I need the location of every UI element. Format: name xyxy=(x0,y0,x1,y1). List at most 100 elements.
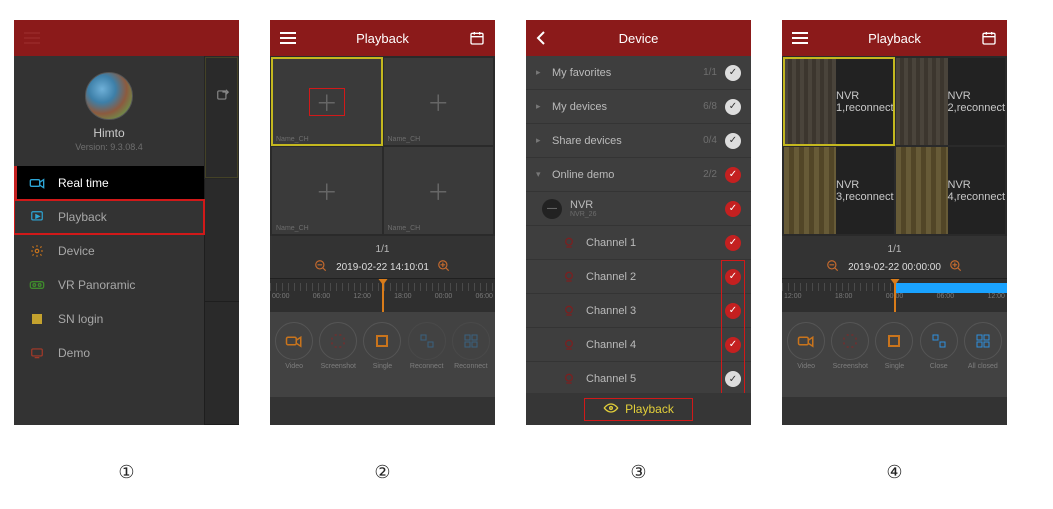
header: Device xyxy=(526,20,751,56)
timeline-marker[interactable] xyxy=(891,279,899,312)
share-icon[interactable] xyxy=(216,88,230,105)
timeline-marker[interactable] xyxy=(379,279,387,312)
playback-bar[interactable]: Playback xyxy=(526,393,751,425)
single-button[interactable]: Single xyxy=(875,322,913,370)
panel-number: ② xyxy=(270,462,495,483)
nav-item-label: Device xyxy=(58,244,95,258)
tile-caption: NVR 2,reconnect xyxy=(948,90,1005,114)
playback-button-label: Playback xyxy=(625,402,674,416)
group-mydevices[interactable]: ▸ My devices 6/8 ✓ xyxy=(526,90,751,124)
toolbar: Video Screenshot Single Close All closed xyxy=(782,312,1007,397)
video-grid: ＋ Name_CH ＋ Name_CH ＋ Name_CH ＋ Name_CH xyxy=(270,56,495,236)
video-tile[interactable]: NVR 2,reconnect xyxy=(896,58,1006,145)
timeline-ruler[interactable]: 12:00 18:00 00:00 06:00 12:00 xyxy=(782,278,1007,312)
panel-number: ③ xyxy=(526,462,751,483)
video-tile[interactable]: ＋ Name_CH xyxy=(384,147,494,234)
calendar-icon[interactable] xyxy=(469,30,485,46)
page-title: Device xyxy=(546,31,731,46)
plus-icon: ＋ xyxy=(427,86,449,118)
nav-item-vr[interactable]: VR Panoramic xyxy=(14,268,204,302)
hamburger-icon[interactable] xyxy=(792,32,808,44)
all-closed-button[interactable]: All closed xyxy=(964,322,1002,370)
screenshot-button[interactable]: Screenshot xyxy=(319,322,357,370)
drawer-panel: Himto Version: 9.3.08.4 Real time xyxy=(14,20,239,425)
video-tile[interactable]: ＋ Name_CH xyxy=(384,58,494,145)
timestamp-row: 2019-02-22 00:00:00 xyxy=(782,259,1007,276)
checkbox[interactable]: ✓ xyxy=(725,235,741,251)
close-button[interactable]: Close xyxy=(920,322,958,370)
calendar-icon[interactable] xyxy=(981,30,997,46)
channel-row[interactable]: Channel 1 ✓ xyxy=(526,226,751,260)
page-title: Playback xyxy=(296,31,469,46)
checkbox[interactable]: ✓ xyxy=(725,201,741,217)
camera-icon xyxy=(560,302,578,320)
nav-item-realtime[interactable]: Real time xyxy=(14,166,204,200)
checkbox[interactable]: ✓ xyxy=(725,133,741,149)
video-button[interactable]: Video xyxy=(275,322,313,370)
nav-item-snlogin[interactable]: SN login xyxy=(14,302,204,336)
nav-item-label: VR Panoramic xyxy=(58,278,135,292)
checkbox[interactable]: ✓ xyxy=(725,303,741,319)
screenshot-button[interactable]: Screenshot xyxy=(831,322,869,370)
checkbox[interactable]: ✓ xyxy=(725,337,741,353)
checkbox[interactable]: ✓ xyxy=(725,167,741,183)
checkbox[interactable]: ✓ xyxy=(725,65,741,81)
video-tile[interactable]: NVR 4,reconnect xyxy=(896,147,1006,234)
nav-drawer: Himto Version: 9.3.08.4 Real time xyxy=(14,56,204,425)
group-sharedevices[interactable]: ▸ Share devices 0/4 ✓ xyxy=(526,124,751,158)
tile-caption: NVR 4,reconnect xyxy=(948,179,1005,203)
chevron-right-icon: ▸ xyxy=(536,67,546,78)
nav-item-playback[interactable]: Playback xyxy=(14,200,204,234)
channel-row[interactable]: Channel 2 ✓ xyxy=(526,260,751,294)
nav-item-demo[interactable]: Demo xyxy=(14,336,204,370)
chevron-down-icon: ▾ xyxy=(536,169,546,180)
group-onlinedemo[interactable]: ▾ Online demo 2/2 ✓ xyxy=(526,158,751,192)
video-tile[interactable]: NVR 1,reconnect xyxy=(784,58,894,145)
video-tile[interactable]: NVR 3,reconnect xyxy=(784,147,894,234)
sn-icon xyxy=(28,313,46,325)
header xyxy=(14,20,239,56)
zoom-out-icon[interactable] xyxy=(826,259,840,276)
vr-icon xyxy=(28,280,46,290)
channel-row[interactable]: Channel 4 ✓ xyxy=(526,328,751,362)
camera-icon xyxy=(560,370,578,388)
zoom-out-icon[interactable] xyxy=(314,259,328,276)
video-tile[interactable]: ＋ Name_CH xyxy=(272,58,382,145)
nav-item-label: Playback xyxy=(58,210,107,224)
hamburger-icon[interactable] xyxy=(280,32,296,44)
device-panel: Device ▸ My favorites 1/1 ✓ ▸ My devices… xyxy=(526,20,751,425)
header: Playback xyxy=(270,20,495,56)
timeline-ruler[interactable]: 00:00 06:00 12:00 18:00 00:00 06:00 xyxy=(270,278,495,312)
checkbox[interactable]: ✓ xyxy=(725,99,741,115)
device-list: ▸ My favorites 1/1 ✓ ▸ My devices 6/8 ✓ … xyxy=(526,56,751,425)
tile-label: Name_CH xyxy=(276,136,309,143)
reconnect-button[interactable]: Reconnect xyxy=(408,322,446,370)
video-button[interactable]: Video xyxy=(787,322,825,370)
nav-item-device[interactable]: Device xyxy=(14,234,204,268)
eye-icon xyxy=(603,402,619,417)
single-button[interactable]: Single xyxy=(363,322,401,370)
video-tile[interactable]: ＋ Name_CH xyxy=(272,147,382,234)
nav-item-label: SN login xyxy=(58,312,103,326)
tile-caption: NVR 3,reconnect xyxy=(836,179,893,203)
checkbox[interactable]: ✓ xyxy=(725,269,741,285)
chevron-right-icon: ▸ xyxy=(536,101,546,112)
page-title: Playback xyxy=(808,31,981,46)
header: Playback xyxy=(782,20,1007,56)
zoom-in-icon[interactable] xyxy=(437,259,451,276)
device-nvr[interactable]: — NVR NVR_26 ✓ xyxy=(526,192,751,226)
reconnect-all-button[interactable]: Reconnect xyxy=(452,322,490,370)
channel-row[interactable]: Channel 3 ✓ xyxy=(526,294,751,328)
camera-icon xyxy=(28,177,46,189)
back-icon[interactable] xyxy=(536,30,546,46)
zoom-in-icon[interactable] xyxy=(949,259,963,276)
group-favorites[interactable]: ▸ My favorites 1/1 ✓ xyxy=(526,56,751,90)
hamburger-icon[interactable] xyxy=(24,32,40,44)
avatar[interactable] xyxy=(85,72,133,120)
tile-label: Name_CH xyxy=(388,136,421,143)
version: Version: 9.3.08.4 xyxy=(14,142,204,152)
camera-icon xyxy=(560,234,578,252)
plus-icon: ＋ xyxy=(316,175,338,207)
checkbox[interactable]: ✓ xyxy=(725,371,741,387)
channel-row[interactable]: Channel 5 ✓ xyxy=(526,362,751,396)
